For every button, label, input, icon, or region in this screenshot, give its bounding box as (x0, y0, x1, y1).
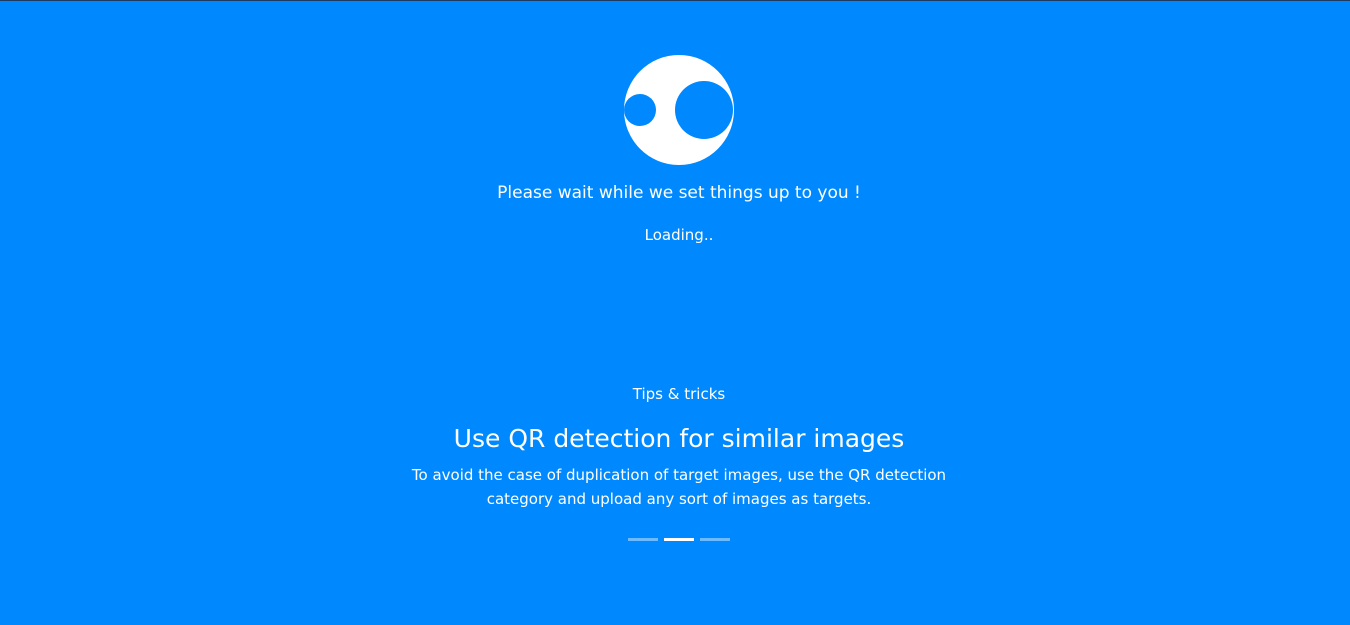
tip-title: Use QR detection for similar images (453, 424, 905, 453)
logo-left-eye (624, 94, 656, 126)
top-border (0, 0, 1350, 1)
wait-message: Please wait while we set things up to yo… (497, 183, 861, 203)
tip-description: To avoid the case of duplication of targ… (411, 466, 947, 508)
loading-status: Loading.. (644, 226, 714, 244)
eyes-logo-icon (624, 55, 734, 165)
carousel-indicator-3[interactable] (700, 538, 730, 541)
tips-label: Tips & tricks (632, 385, 726, 403)
carousel-indicator-1[interactable] (628, 538, 658, 541)
logo-right-eye (675, 81, 733, 139)
carousel-indicators (628, 538, 730, 541)
carousel-indicator-2[interactable] (664, 538, 694, 541)
